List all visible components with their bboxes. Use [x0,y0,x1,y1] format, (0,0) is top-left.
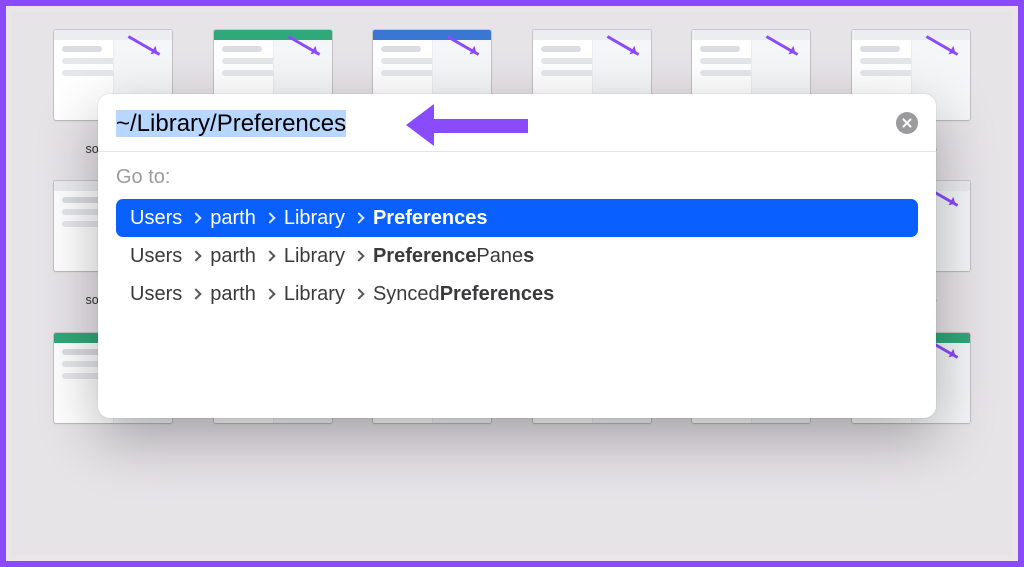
goto-suggestion[interactable]: UsersparthLibraryPreferences [116,199,918,237]
chevron-right-icon [353,250,364,261]
goto-suggestion[interactable]: UsersparthLibraryPreferencePanes [116,237,918,275]
path-input[interactable]: ~/Library/Preferences [116,108,896,138]
go-to-folder-dialog: ~/Library/Preferences Go to: UsersparthL… [98,94,936,418]
goto-label: Go to: [116,166,918,189]
clear-button[interactable] [896,112,918,134]
chevron-right-icon [264,250,275,261]
chevron-right-icon [353,212,364,223]
chevron-right-icon [264,212,275,223]
chevron-right-icon [264,288,275,299]
chevron-right-icon [191,212,202,223]
goto-suggestion[interactable]: UsersparthLibrarySyncedPreferences [116,275,918,313]
window-border: h some...pgto add ...hat 7.jph some...pg… [0,0,1024,567]
chevron-right-icon [191,288,202,299]
chevron-right-icon [191,250,202,261]
dialog-input-bar: ~/Library/Preferences [98,94,936,152]
chevron-right-icon [353,288,364,299]
